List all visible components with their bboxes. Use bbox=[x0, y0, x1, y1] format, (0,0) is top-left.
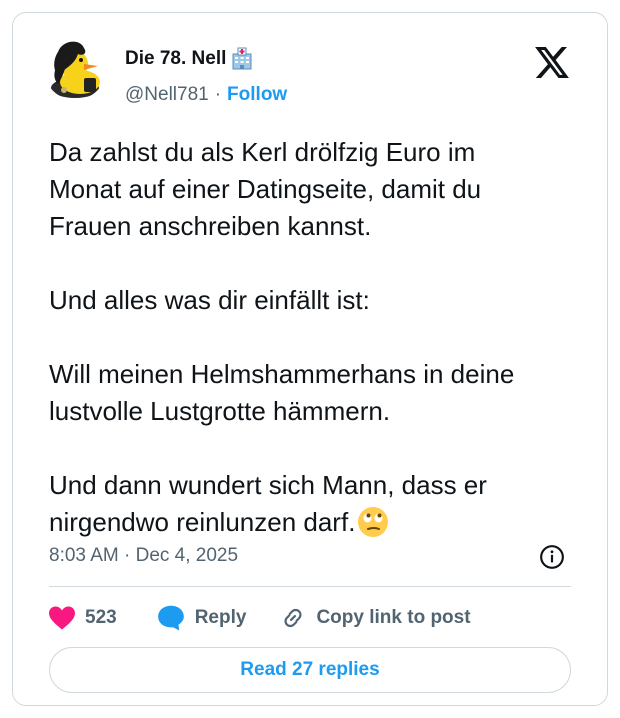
like-button[interactable]: 523 bbox=[49, 606, 117, 630]
x-logo-icon[interactable] bbox=[535, 47, 569, 78]
reply-bubble-icon bbox=[157, 605, 184, 631]
heart-icon bbox=[49, 606, 75, 630]
follow-button[interactable]: Follow bbox=[227, 84, 287, 106]
copy-link-button[interactable]: Copy link to post bbox=[280, 605, 471, 631]
author-name-row: Die 78. Nell bbox=[125, 47, 254, 71]
tweet-text: Da zahlst du als Kerl drölfzig Euro im M… bbox=[49, 134, 597, 541]
reply-button[interactable]: Reply bbox=[157, 605, 247, 631]
read-replies-button[interactable]: Read 27 replies bbox=[49, 647, 571, 693]
rubber-duck-avatar-icon bbox=[44, 38, 106, 100]
separator-dot: · bbox=[214, 84, 222, 105]
eye-roll-emoji-icon bbox=[357, 506, 389, 538]
hospital-icon bbox=[230, 47, 254, 71]
timestamp[interactable]: 8:03 AM · Dec 4, 2025 bbox=[49, 545, 238, 567]
info-icon[interactable] bbox=[539, 544, 565, 570]
avatar[interactable] bbox=[44, 38, 106, 100]
handle-row: @Nell781 · Follow bbox=[125, 84, 287, 106]
reply-label: Reply bbox=[194, 607, 247, 628]
divider bbox=[49, 586, 571, 587]
display-name[interactable]: Die 78. Nell bbox=[125, 48, 226, 70]
action-bar: 523 Reply Copy link to post bbox=[49, 603, 471, 633]
tweet-body: Da zahlst du als Kerl drölfzig Euro im M… bbox=[49, 137, 515, 537]
author-handle[interactable]: @Nell781 bbox=[125, 84, 209, 106]
link-icon bbox=[284, 608, 302, 628]
tweet-card: Die 78. Nell @Nell781 · Follow Da zahlst bbox=[12, 12, 608, 706]
copy-link-label: Copy link to post bbox=[316, 607, 471, 628]
like-count: 523 bbox=[85, 607, 117, 628]
